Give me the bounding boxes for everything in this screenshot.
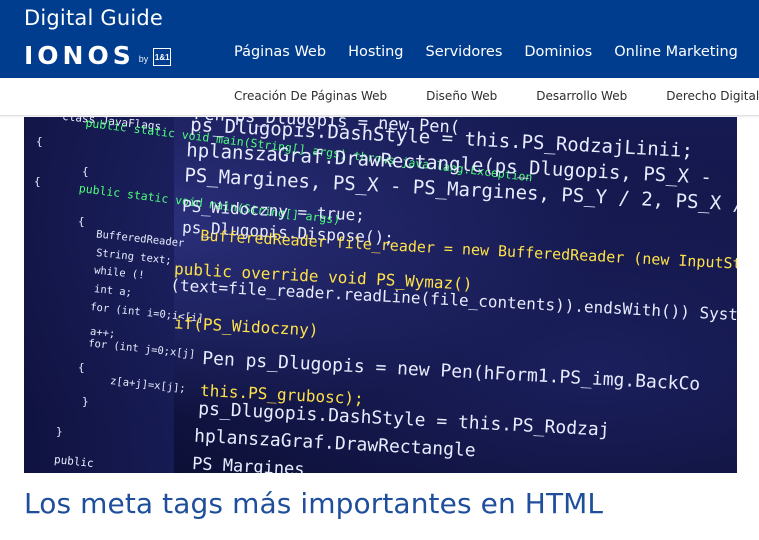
code-line: { — [78, 361, 85, 374]
nav-item-paginas-web[interactable]: Páginas Web — [234, 44, 326, 60]
code-line: } — [56, 425, 63, 438]
main-navigation: Páginas Web Hosting Servidores Dominios … — [234, 44, 738, 60]
sub-navigation: Creación De Páginas Web Diseño Web Desar… — [234, 89, 759, 103]
ionos-logo: IONOS — [24, 40, 135, 70]
brand-logo[interactable]: IONOS by 1&1 — [24, 40, 172, 70]
nav-item-online-marketing[interactable]: Online Marketing — [614, 44, 738, 60]
nav-item-servidores[interactable]: Servidores — [426, 44, 503, 60]
sub-navigation-bar: Creación De Páginas Web Diseño Web Desar… — [0, 78, 759, 116]
subnav-item-desarrollo-web[interactable]: Desarrollo Web — [536, 89, 627, 103]
code-line: { — [78, 215, 85, 228]
code-line: { — [34, 175, 41, 188]
site-title[interactable]: Digital Guide — [24, 6, 163, 30]
logo-by-text: by — [138, 54, 149, 64]
site-header: Digital Guide IONOS by 1&1 Páginas Web H… — [0, 0, 759, 78]
subnav-item-derecho-digital[interactable]: Derecho Digital — [666, 89, 759, 103]
hero-image: class JavaFlags { public static void mai… — [24, 117, 737, 473]
code-line: { — [36, 135, 43, 148]
code-line: } — [82, 395, 89, 408]
nav-item-hosting[interactable]: Hosting — [348, 44, 403, 60]
subnav-item-diseno-web[interactable]: Diseño Web — [426, 89, 497, 103]
subnav-item-creacion[interactable]: Creación De Páginas Web — [234, 89, 387, 103]
nav-item-dominios[interactable]: Dominios — [524, 44, 592, 60]
one-and-one-badge: 1&1 — [153, 48, 172, 66]
article-title: Los meta tags más importantes en HTML — [24, 487, 604, 520]
code-line: { — [82, 165, 89, 178]
